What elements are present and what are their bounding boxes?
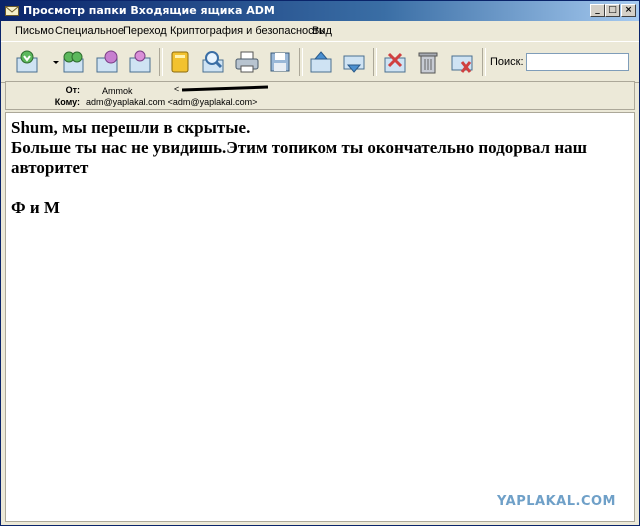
junk-button[interactable] [448, 48, 476, 76]
forward-icon [96, 50, 118, 73]
search-label: Поиск: [490, 56, 524, 68]
reply-all-icon [63, 51, 84, 73]
close-button[interactable]: × [621, 4, 636, 17]
from-email-bracket: < [174, 84, 180, 94]
address-book-icon [171, 51, 189, 73]
mark-button[interactable] [381, 48, 409, 76]
search-icon [202, 51, 224, 73]
delete-button[interactable] [414, 48, 442, 76]
message-body[interactable]: Shum, мы перешли в скрытые. Больше ты на… [5, 112, 635, 522]
from-value[interactable]: Ammok [102, 86, 133, 96]
search-input[interactable] [526, 53, 629, 71]
redirect-icon [129, 50, 151, 73]
trash-icon [418, 52, 438, 74]
message-line-2: Больше ты нас не увидишь.Этим топиком ты… [11, 138, 587, 177]
envelope-icon [5, 6, 19, 16]
title-bar[interactable]: Просмотр папки Входящие ящика ADM _ □ × [1, 1, 639, 21]
menu-view[interactable]: Вид [312, 25, 332, 37]
toolbar-separator [159, 48, 163, 76]
menu-bar: Письмо Специальное Переход Криптография … [1, 21, 639, 41]
redaction-mark [181, 85, 269, 92]
get-mail-icon [16, 50, 38, 73]
printer-icon [235, 51, 259, 73]
redirect-button[interactable] [126, 48, 154, 76]
reply-all-button[interactable] [59, 48, 87, 76]
previous-button[interactable] [307, 48, 335, 76]
menu-letter[interactable]: Письмо [15, 25, 54, 37]
junk-icon [451, 55, 473, 73]
to-label: Кому: [54, 97, 80, 107]
from-label: От: [65, 85, 80, 95]
get-mail-button[interactable] [13, 48, 41, 76]
save-icon [270, 52, 290, 72]
site-watermark: YAPLAKAL.COM [497, 494, 616, 509]
maximize-button[interactable]: □ [605, 4, 620, 17]
toolbar: Поиск: [1, 41, 639, 83]
print-button[interactable] [233, 48, 261, 76]
email-viewer-window: Просмотр папки Входящие ящика ADM _ □ × … [0, 0, 640, 526]
message-line-1: Shum, мы перешли в скрытые. [11, 118, 251, 137]
save-button[interactable] [266, 48, 294, 76]
get-mail-dropdown[interactable] [42, 48, 59, 76]
toolbar-separator [373, 48, 377, 76]
find-button[interactable] [199, 48, 227, 76]
message-header: От: Ammok < Кому: adm@yaplakal.com <adm@… [5, 81, 635, 110]
next-button[interactable] [340, 48, 368, 76]
menu-special[interactable]: Специальное [55, 25, 124, 37]
message-text: Shum, мы перешли в скрытые. Больше ты на… [11, 118, 626, 218]
to-value[interactable]: adm@yaplakal.com <adm@yaplakal.com> [86, 97, 257, 107]
message-signature: Ф и М [11, 198, 60, 217]
arrow-down-icon [343, 55, 365, 73]
arrow-up-icon [310, 51, 332, 73]
forward-button[interactable] [93, 48, 121, 76]
menu-go[interactable]: Переход [123, 25, 167, 37]
mark-icon [384, 52, 406, 73]
minimize-button[interactable]: _ [590, 4, 605, 17]
toolbar-separator [299, 48, 303, 76]
toolbar-separator [482, 48, 486, 76]
window-title: Просмотр папки Входящие ящика ADM [23, 4, 275, 17]
menu-crypto[interactable]: Криптография и безопасность [170, 25, 324, 37]
address-book-button[interactable] [166, 48, 194, 76]
